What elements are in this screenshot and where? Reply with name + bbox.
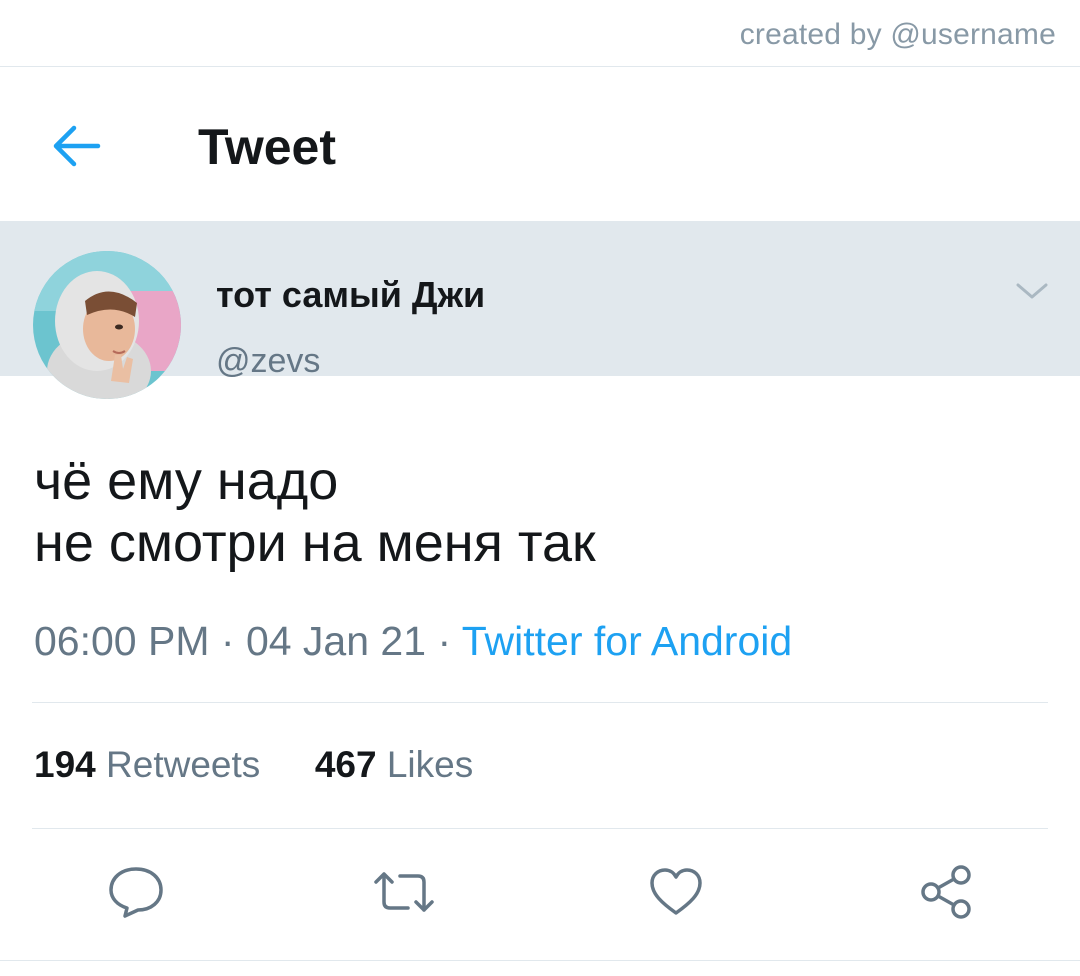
- tweet-screen: created by @username Tweet тот самый Джи: [0, 0, 1080, 976]
- retweet-icon: [372, 866, 436, 918]
- share-icon: [917, 863, 975, 921]
- author-handle[interactable]: @zevs: [216, 342, 320, 381]
- retweets-stat[interactable]: 194 Retweets: [34, 744, 271, 785]
- divider: [32, 702, 1048, 703]
- divider: [32, 828, 1048, 829]
- like-button[interactable]: [646, 862, 706, 922]
- tweet-source-link[interactable]: Twitter for Android: [462, 618, 792, 664]
- meta-separator: ·: [426, 618, 462, 664]
- likes-stat[interactable]: 467 Likes: [305, 744, 474, 785]
- likes-label: Likes: [386, 744, 474, 785]
- retweets-count: 194: [34, 744, 96, 785]
- chevron-down-icon: [1015, 281, 1049, 306]
- tweet-text-line: чё ему надо: [34, 451, 339, 511]
- reply-button[interactable]: [106, 862, 166, 922]
- tweet-date: 04 Jan 21: [245, 618, 427, 664]
- tweet-meta: 06:00 PM · 04 Jan 21 · Twitter for Andro…: [34, 618, 792, 665]
- watermark: created by @username: [739, 18, 1056, 51]
- meta-separator: ·: [209, 618, 246, 664]
- page-title: Tweet: [198, 119, 336, 175]
- back-button[interactable]: [48, 124, 104, 172]
- reply-icon: [107, 865, 165, 919]
- retweet-button[interactable]: [374, 862, 434, 922]
- divider: [0, 960, 1080, 961]
- tweet-time: 06:00 PM: [34, 618, 210, 664]
- avatar[interactable]: [33, 251, 181, 399]
- tweet-text-line: не смотри на меня так: [34, 513, 596, 573]
- likes-count: 467: [314, 744, 377, 785]
- author-display-name[interactable]: тот самый Джи: [216, 274, 485, 316]
- arrow-left-icon: [50, 124, 102, 173]
- retweets-label: Retweets: [106, 744, 261, 785]
- share-button[interactable]: [916, 862, 976, 922]
- more-options-button[interactable]: [1012, 278, 1052, 308]
- tweet-text: чё ему надо не смотри на меня так: [34, 450, 596, 574]
- top-bar: Tweet: [0, 66, 1080, 221]
- tweet-stats: 194 Retweets 467 Likes: [34, 744, 473, 786]
- heart-icon: [648, 866, 704, 918]
